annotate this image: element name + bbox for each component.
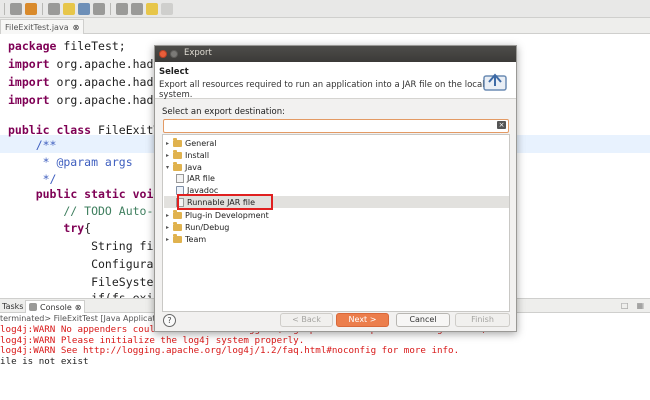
next-button[interactable]: Next > <box>336 313 389 327</box>
tree-item-label: Run/Debug <box>185 222 230 232</box>
code-line: import org.apache.hadoo <box>8 93 168 107</box>
code-keyword: import <box>8 75 50 89</box>
next-annotation-icon[interactable] <box>131 2 143 15</box>
clear-icon[interactable]: × <box>497 121 506 129</box>
dialog-titlebar: Export <box>155 46 516 62</box>
code-line: // TODO Auto-ge <box>8 204 168 218</box>
editor-tab-label: FileExitTest.java <box>5 22 69 32</box>
tab-tasks-label: Tasks <box>2 302 24 311</box>
expand-icon[interactable]: ▸ <box>164 212 171 219</box>
toolbar-separator <box>110 2 111 15</box>
annotation-highlight-box <box>177 194 273 210</box>
expand-icon[interactable]: ▸ <box>164 224 171 231</box>
build-icon[interactable] <box>25 2 37 15</box>
code-line: /** <box>8 138 57 152</box>
tree-item-general[interactable]: ▸ General <box>164 137 217 149</box>
code-keyword: import <box>8 93 50 107</box>
tree-item-install[interactable]: ▸ Install <box>164 149 209 161</box>
minimize-icon[interactable] <box>170 50 178 58</box>
code-keyword: public class <box>8 123 92 137</box>
tab-tasks[interactable]: Tasks <box>2 300 23 313</box>
search-icon[interactable] <box>78 2 90 15</box>
finish-button[interactable]: Finish <box>455 313 510 327</box>
expand-icon[interactable]: ▸ <box>164 152 171 159</box>
tab-console-label: Console <box>40 302 72 312</box>
dialog-title: Export <box>184 48 212 58</box>
tree-item-label: Java <box>185 162 202 172</box>
destination-label: Select an export destination: <box>162 107 285 117</box>
collapse-icon[interactable]: ▾ <box>164 164 171 171</box>
code-line: package fileTest; <box>8 39 126 53</box>
export-icon <box>483 73 507 91</box>
toolbar-separator <box>42 2 43 15</box>
close-icon[interactable]: ⊗ <box>75 303 82 312</box>
filter-clear-wrap: × <box>163 119 509 133</box>
folder-icon <box>173 161 182 171</box>
help-icon[interactable]: ? <box>163 314 176 327</box>
code-line: public static void <box>8 185 161 203</box>
tree-item-label: General <box>185 138 217 148</box>
tree-item-label: Plug-in Development <box>185 210 269 220</box>
back-icon[interactable] <box>146 2 158 15</box>
forward-icon[interactable] <box>161 2 173 15</box>
tree-item-team[interactable]: ▸ Team <box>164 233 206 245</box>
export-wizard-tree[interactable]: ▸ General ▸ Install ▾ Java JAR file Java… <box>162 134 510 312</box>
console-line: ile is not exist <box>0 355 89 367</box>
open-type-icon[interactable] <box>63 2 75 15</box>
jar-icon <box>176 173 184 183</box>
section-title: Select <box>159 67 189 77</box>
tree-item-label: Team <box>185 234 207 244</box>
annotation-icon[interactable] <box>116 2 128 15</box>
minimize-icon[interactable]: □ <box>621 301 629 310</box>
folder-icon <box>173 209 182 219</box>
console-line: log4j:WARN See http://logging.apache.org… <box>0 345 460 356</box>
close-icon[interactable]: ⊗ <box>73 23 80 32</box>
folder-icon <box>173 149 182 159</box>
main-toolbar <box>0 0 650 18</box>
close-icon[interactable] <box>159 50 167 58</box>
tree-item-label: Install <box>185 150 210 160</box>
section-description: Export all resources required to run an … <box>159 80 501 100</box>
expand-icon[interactable]: ▸ <box>164 236 171 243</box>
folder-icon <box>173 137 182 147</box>
tree-item-run-debug[interactable]: ▸ Run/Debug <box>164 221 229 233</box>
folder-icon <box>173 221 182 231</box>
export-dialog: Export Select Export all resources requi… <box>154 45 517 332</box>
code-line: Configurati <box>8 257 168 271</box>
code-line: String file <box>8 239 168 253</box>
code-package-name: fileTest; <box>63 39 126 53</box>
new-java-icon[interactable] <box>48 2 60 15</box>
code-line: import org.apache.hadoo <box>8 57 168 71</box>
editor-tab-fileexittest[interactable]: FileExitTest.java ⊗ <box>0 19 85 34</box>
view-controls: □ ▦ <box>621 301 644 310</box>
code-keyword: import <box>8 57 50 71</box>
code-keyword: try <box>63 221 85 235</box>
maximize-icon[interactable]: ▦ <box>636 301 644 310</box>
debug-icon[interactable] <box>10 2 22 15</box>
outline-icon[interactable] <box>93 2 105 15</box>
back-button[interactable]: < Back <box>280 313 333 327</box>
toolbar-separator <box>4 2 5 15</box>
tree-item-jar-file[interactable]: JAR file <box>174 172 215 184</box>
dialog-button-row: ? < Back Next > Cancel Finish <box>155 312 516 332</box>
dialog-header: Select Export all resources required to … <box>155 62 516 100</box>
expand-icon[interactable]: ▸ <box>164 140 171 147</box>
tab-console[interactable]: Console ⊗ <box>25 300 86 313</box>
editor-tab-bar: FileExitTest.java ⊗ <box>0 18 650 34</box>
folder-icon <box>173 233 182 243</box>
code-keyword: public static void <box>35 187 161 201</box>
tree-item-plugin-development[interactable]: ▸ Plug-in Development <box>164 209 269 221</box>
cancel-button[interactable]: Cancel <box>396 313 450 327</box>
console-icon <box>29 303 37 311</box>
code-line: import org.apache.hadoo <box>8 75 168 89</box>
code-line: try{ <box>63 221 92 235</box>
code-line: * @param args <box>8 155 133 169</box>
tree-item-label: JAR file <box>187 173 215 183</box>
